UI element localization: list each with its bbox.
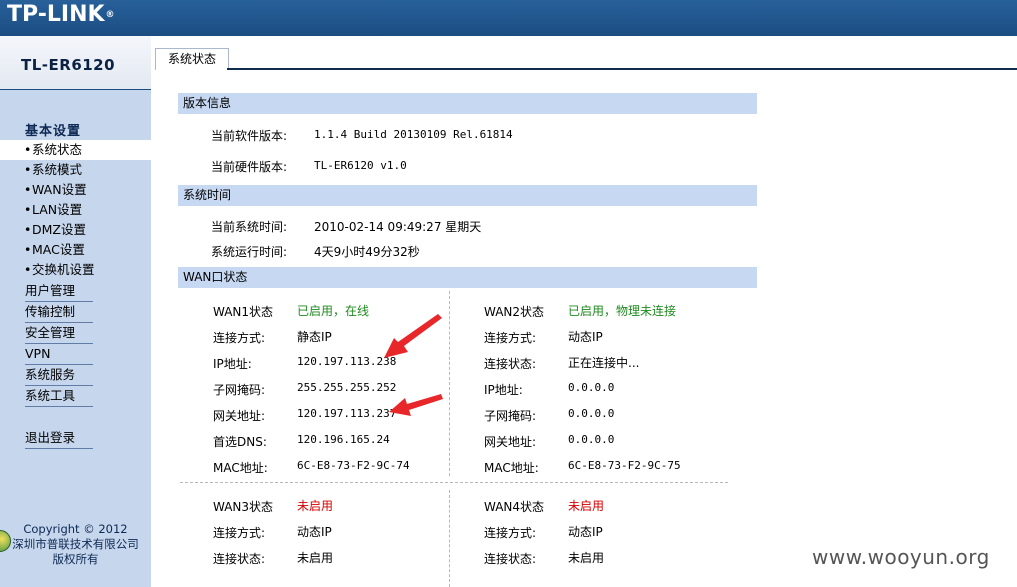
sidebar-item-system-tools[interactable]: 系统工具 — [25, 386, 93, 407]
sidebar-item-dmz-settings[interactable]: •DMZ设置 — [0, 220, 151, 240]
wan2-conn-type-value: 动态IP — [568, 330, 603, 344]
wan2-conn-state-value: 正在连接中... — [568, 356, 640, 370]
wan1-status-label: WAN1状态 — [213, 305, 274, 319]
wan-vertical-divider-lower — [449, 490, 450, 587]
sidebar-item-security-management[interactable]: 安全管理 — [25, 323, 93, 344]
tab-underline — [227, 68, 1017, 70]
wan2-ip-label: IP地址: — [484, 383, 523, 397]
wan2-status-label: WAN2状态 — [484, 305, 545, 319]
wan2-ip-value: 0.0.0.0 — [568, 381, 615, 394]
hardware-version-value: TL-ER6120 v1.0 — [314, 159, 407, 172]
wan1-mac-label: MAC地址: — [213, 461, 268, 475]
wan1-mask-label: 子网掩码: — [213, 383, 266, 397]
sidebar-item-transfer-control[interactable]: 传输控制 — [25, 302, 93, 323]
wan1-conn-type-label: 连接方式: — [213, 331, 266, 345]
sidebar-item-user-management[interactable]: 用户管理 — [25, 281, 93, 302]
current-time-label: 当前系统时间: — [211, 220, 288, 234]
section-header-wan-status: WAN口状态 — [178, 267, 757, 288]
sidebar-item-system-mode[interactable]: •系统模式 — [0, 160, 151, 180]
wan4-status-value: 未启用 — [568, 499, 605, 513]
tp-link-logo: TP-LINK® — [7, 2, 115, 27]
uptime-value: 4天9小时49分32秒 — [314, 245, 420, 259]
annotation-arrow-icon — [389, 394, 443, 416]
bullet-icon: • — [24, 202, 32, 217]
software-version-label: 当前软件版本: — [211, 129, 288, 143]
wan-vertical-divider — [449, 291, 450, 476]
model-box: TL-ER6120 — [0, 36, 151, 90]
section-header-system-time: 系统时间 — [178, 185, 757, 206]
wan1-ip-label: IP地址: — [213, 357, 252, 371]
sidebar-item-lan-settings[interactable]: •LAN设置 — [0, 200, 151, 220]
sidebar-heading-basic-settings[interactable]: 基本设置 — [25, 120, 81, 139]
wan-horizontal-divider — [180, 482, 728, 483]
bullet-icon: • — [24, 142, 32, 157]
wan2-gateway-value: 0.0.0.0 — [568, 433, 615, 446]
wan1-conn-type-value: 静态IP — [297, 330, 332, 344]
sidebar-item-vpn[interactable]: VPN — [25, 344, 93, 365]
wan2-status-value: 已启用，物理未连接 — [568, 304, 677, 318]
logout-link[interactable]: 退出登录 — [25, 428, 93, 449]
wan3-conn-type-label: 连接方式: — [213, 526, 266, 540]
wan2-gateway-label: 网关地址: — [484, 435, 537, 449]
sidebar: 基本设置 •系统状态 •系统模式 •WAN设置 •LAN设置 •DMZ设置 •M… — [0, 90, 151, 587]
wan3-status-value: 未启用 — [297, 499, 334, 513]
wan3-conn-state-label: 连接状态: — [213, 552, 266, 566]
wan4-conn-type-label: 连接方式: — [484, 526, 537, 540]
wan4-status-label: WAN4状态 — [484, 500, 545, 514]
wan1-dns-label: 首选DNS: — [213, 435, 267, 449]
wan1-mac-value: 6C-E8-73-F2-9C-74 — [297, 459, 410, 472]
sidebar-item-switch-settings[interactable]: •交换机设置 — [0, 260, 151, 280]
wan2-mask-label: 子网掩码: — [484, 409, 537, 423]
bullet-icon: • — [24, 162, 32, 177]
bullet-icon: • — [24, 182, 32, 197]
wan3-status-label: WAN3状态 — [213, 500, 274, 514]
hardware-version-label: 当前硬件版本: — [211, 160, 288, 174]
sidebar-item-wan-settings[interactable]: •WAN设置 — [0, 180, 151, 200]
wan3-conn-state-value: 未启用 — [297, 551, 334, 565]
sidebar-item-system-services[interactable]: 系统服务 — [25, 365, 93, 386]
watermark: www.wooyun.org — [812, 545, 990, 569]
bullet-icon: • — [24, 242, 32, 257]
wan1-dns-value: 120.196.165.24 — [297, 433, 390, 446]
sidebar-item-system-status[interactable]: •系统状态 — [0, 140, 151, 160]
model-name: TL-ER6120 — [21, 56, 116, 74]
wan1-gateway-value: 120.197.113.237 — [297, 407, 397, 420]
copyright: Copyright © 2012 深圳市普联技术有限公司 版权所有 — [0, 522, 151, 567]
wan2-mac-value: 6C-E8-73-F2-9C-75 — [568, 459, 681, 472]
wan1-gateway-label: 网关地址: — [213, 409, 266, 423]
top-banner: TP-LINK® — [0, 0, 1017, 36]
bullet-icon: • — [24, 262, 32, 277]
section-header-version: 版本信息 — [178, 93, 757, 114]
tab-system-status[interactable]: 系统状态 — [155, 48, 229, 70]
bullet-icon: • — [24, 222, 32, 237]
software-version-value: 1.1.4 Build 20130109 Rel.61814 — [314, 128, 513, 141]
copyright-line-2: 深圳市普联技术有限公司 — [12, 537, 139, 551]
wan3-conn-type-value: 动态IP — [297, 525, 332, 539]
wan4-conn-state-value: 未启用 — [568, 551, 605, 565]
uptime-label: 系统运行时间: — [211, 245, 288, 259]
wan1-status-value: 已启用，在线 — [297, 304, 370, 318]
wan2-mac-label: MAC地址: — [484, 461, 539, 475]
copyright-line-3: 版权所有 — [52, 552, 99, 566]
wan4-conn-type-value: 动态IP — [568, 525, 603, 539]
wan2-conn-state-label: 连接状态: — [484, 357, 537, 371]
wan2-mask-value: 0.0.0.0 — [568, 407, 615, 420]
current-time-value: 2010-02-14 09:49:27 星期天 — [314, 220, 482, 234]
wan4-conn-state-label: 连接状态: — [484, 552, 537, 566]
wan2-conn-type-label: 连接方式: — [484, 331, 537, 345]
annotation-arrow-icon — [384, 314, 442, 358]
copyright-line-1: Copyright © 2012 — [23, 522, 128, 536]
sidebar-item-mac-settings[interactable]: •MAC设置 — [0, 240, 151, 260]
wan1-mask-value: 255.255.255.252 — [297, 381, 397, 394]
header-strip — [0, 36, 1017, 90]
